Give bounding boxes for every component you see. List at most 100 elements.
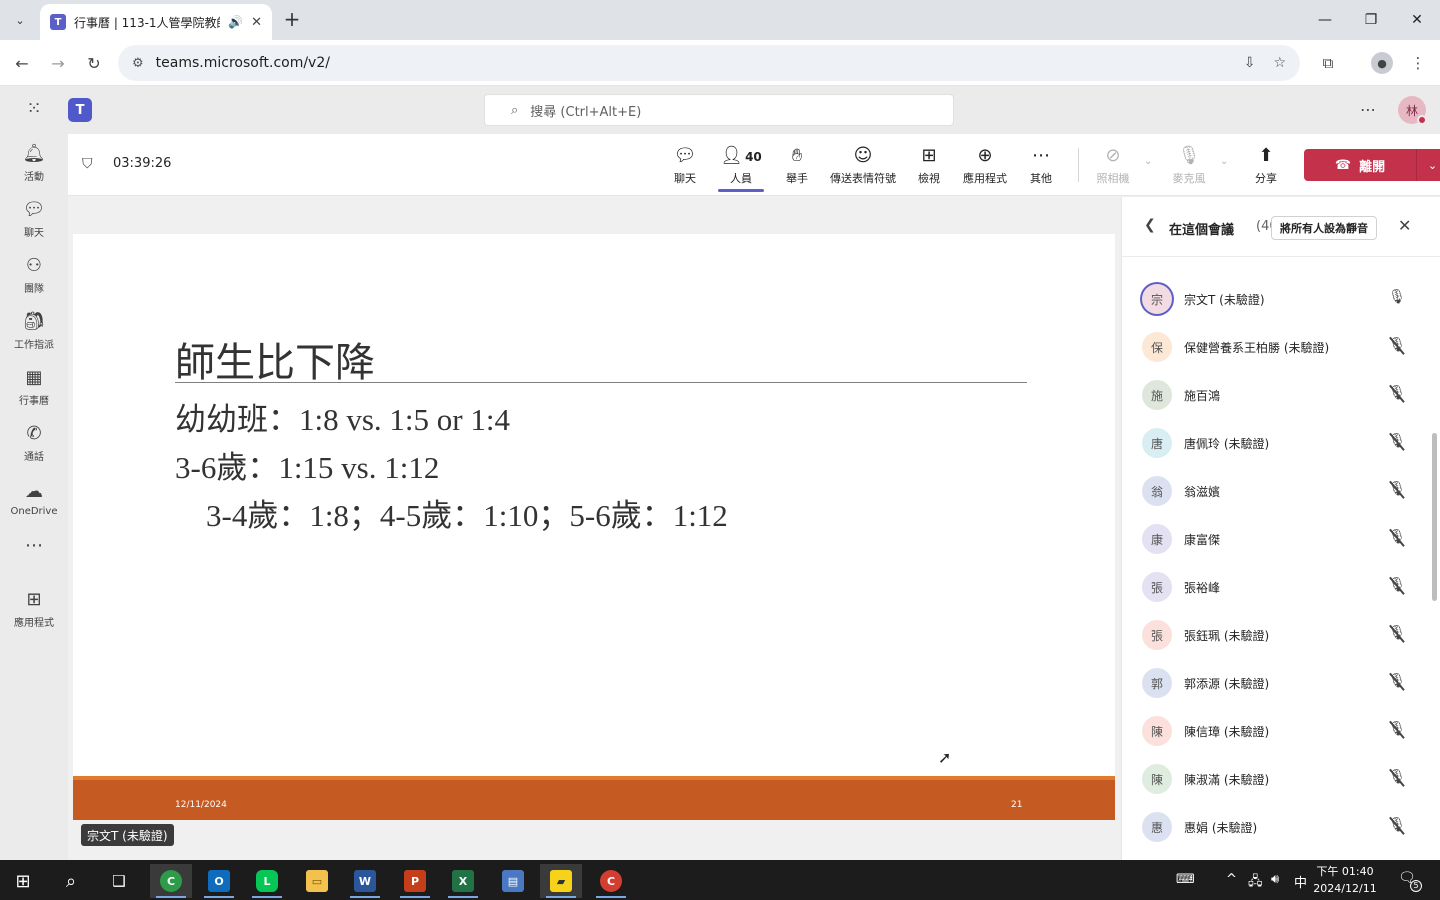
tray-overflow-chevron-icon[interactable]: ^ [1226, 872, 1237, 887]
hand-icon: ✋︎ [791, 145, 803, 166]
minimize-icon[interactable]: — [1302, 8, 1348, 32]
shield-icon[interactable]: ⛉ [82, 156, 93, 172]
taskbar-excel[interactable]: X [442, 864, 484, 898]
close-window-icon[interactable]: ✕ [1394, 8, 1440, 32]
browser-toolbar: ← → ↻ ⚙ teams.microsoft.com/v2/ ⇩ ☆ ⧉ ● … [0, 40, 1440, 86]
participant-row[interactable]: 翁翁滋嬪🎙︎ [1122, 467, 1440, 515]
rail-item-calendar[interactable]: ▦ 行事曆 [0, 360, 68, 414]
participant-row[interactable]: 施施百鴻🎙︎ [1122, 371, 1440, 419]
view-button[interactable]: ⊞ 檢視 [914, 144, 944, 188]
taskbar-chrome-active[interactable]: C [150, 864, 192, 898]
react-button[interactable]: ☺ 傳送表情符號 [828, 144, 898, 188]
taskbar-chrome-2[interactable]: C [590, 864, 632, 898]
keyboard-icon[interactable]: ⌨ [1176, 872, 1195, 887]
participants-panel-header: ❮ 在這個會議 (40) 將所有人設為靜音 ✕ [1122, 197, 1440, 257]
people-icon: 👤︎ [720, 145, 744, 166]
taskbar-word[interactable]: W [344, 864, 386, 898]
shared-slide: 師生比下降 幼幼班：1:8 vs. 1:5 or 1:4 3-6歲：1:15 v… [73, 234, 1115, 820]
browser-menu-icon[interactable]: ⋮ [1405, 50, 1431, 76]
more-apps-icon: ⋯ [25, 535, 43, 556]
bookmark-star-icon[interactable]: ☆ [1273, 55, 1286, 71]
profile-icon[interactable]: ● [1371, 52, 1393, 74]
participant-row[interactable]: 康康富傑🎙︎ [1122, 515, 1440, 563]
taskbar-calculator[interactable]: ▤ [492, 864, 534, 898]
install-app-icon[interactable]: ⇩ [1244, 55, 1256, 71]
apps-button[interactable]: ⊕ 應用程式 [960, 144, 1010, 188]
more-button[interactable]: ⋯ 其他 [1026, 144, 1056, 188]
mic-options-chevron-icon[interactable]: ⌄ [1220, 156, 1228, 167]
mic-button[interactable]: 🎙︎ 麥克風 [1170, 144, 1208, 188]
participant-row[interactable]: 唐唐佩玲 (未驗證)🎙︎ [1122, 419, 1440, 467]
search-placeholder: 搜尋 (Ctrl+Alt+E) [530, 104, 642, 120]
leave-button[interactable]: ☎ 離開 ⌄ [1304, 149, 1440, 181]
tab-search-chevron-icon[interactable]: ⌄ [8, 8, 32, 32]
volume-icon[interactable]: 🔊︎ [1271, 872, 1279, 887]
reload-icon[interactable]: ↻ [81, 50, 107, 76]
extensions-icon[interactable]: ⧉ [1315, 50, 1341, 76]
mic-muted-icon: 🎙︎ [1388, 817, 1406, 835]
task-view-button[interactable]: ❑ [98, 864, 140, 898]
rail-item-calls[interactable]: ✆ 通話 [0, 416, 68, 470]
task-view-icon: ❑ [112, 872, 126, 890]
browser-tab[interactable]: T 行事曆 | 113-1人管學院教師 🔊 ✕ [40, 4, 272, 40]
forward-icon[interactable]: → [45, 50, 71, 76]
camera-button[interactable]: ⊘ 照相機 [1094, 144, 1132, 188]
mic-icon: 🎙︎ [1388, 289, 1406, 305]
close-panel-icon[interactable]: ✕ [1398, 216, 1411, 235]
back-icon[interactable]: ← [9, 50, 35, 76]
share-button[interactable]: ⬆ 分享 [1252, 144, 1280, 188]
taskbar-sticky-notes[interactable]: ▰ [540, 864, 582, 898]
rail-item-apps[interactable]: ⊞ 應用程式 [0, 582, 68, 636]
close-tab-icon[interactable]: ✕ [251, 15, 262, 30]
taskbar-search-button[interactable]: ⌕ [50, 864, 92, 898]
address-bar[interactable]: ⚙ teams.microsoft.com/v2/ ⇩ ☆ [118, 45, 1300, 81]
taskbar-file-explorer[interactable]: ▭ [296, 864, 338, 898]
participant-row[interactable]: 宗宗文T (未驗證) 🎙︎ [1122, 275, 1440, 323]
participant-row[interactable]: 郭郭添源 (未驗證)🎙︎ [1122, 659, 1440, 707]
camera-options-chevron-icon[interactable]: ⌄ [1144, 156, 1152, 167]
network-icon[interactable]: 🖧 [1248, 872, 1263, 894]
notification-count: 5 [1410, 880, 1422, 892]
ime-indicator[interactable]: 中 [1294, 872, 1307, 891]
participant-row[interactable]: 張張鈺珮 (未驗證)🎙︎ [1122, 611, 1440, 659]
participant-row[interactable]: 陳陳信璋 (未驗證)🎙︎ [1122, 707, 1440, 755]
leave-main[interactable]: ☎ 離開 [1304, 156, 1416, 175]
slide-line: 3-4歲：1:8；4-5歲：1:10；5-6歲：1:12 [206, 498, 728, 533]
participant-row[interactable]: 張張裕峰🎙︎ [1122, 563, 1440, 611]
raise-hand-button[interactable]: ✋︎ 舉手 [782, 144, 812, 188]
participant-row[interactable]: 陳陳淑滿 (未驗證)🎙︎ [1122, 755, 1440, 803]
folder-icon: ▭ [306, 870, 328, 892]
search-input[interactable]: ⌕ 搜尋 (Ctrl+Alt+E) [484, 94, 954, 126]
phone-icon: ✆ [26, 423, 42, 444]
panel-title: 在這個會議 [1169, 223, 1235, 238]
taskbar-powerpoint[interactable]: P [394, 864, 436, 898]
scrollbar-thumb[interactable] [1432, 433, 1437, 601]
restore-icon[interactable]: ❐ [1348, 8, 1394, 32]
people-button[interactable]: 👤︎ 40 人員 [720, 144, 762, 188]
new-tab-button[interactable]: + [280, 8, 304, 32]
user-avatar[interactable]: 林 [1398, 96, 1427, 125]
participant-row[interactable]: 惠惠娟 (未驗證)🎙︎ [1122, 803, 1440, 851]
participant-avatar: 張 [1142, 572, 1172, 602]
participant-avatar: 張 [1142, 620, 1172, 650]
rail-more-apps[interactable]: ⋯ [0, 526, 68, 566]
chat-button[interactable]: 💬︎ 聊天 [670, 144, 700, 188]
site-settings-icon[interactable]: ⚙ [132, 56, 144, 71]
leave-options-chevron-icon[interactable]: ⌄ [1417, 159, 1440, 172]
taskbar-outlook[interactable]: O [198, 864, 240, 898]
taskbar-clock[interactable]: 下午 01:40 2024/12/11 [1310, 863, 1380, 897]
rail-item-onedrive[interactable]: ☁ OneDrive [0, 472, 68, 526]
mute-all-button[interactable]: 將所有人設為靜音 [1271, 216, 1377, 240]
taskbar-line[interactable]: L [246, 864, 288, 898]
rail-item-teams[interactable]: ⚇ 團隊 [0, 248, 68, 302]
rail-item-chat[interactable]: 💬︎ 聊天 [0, 192, 68, 246]
rail-item-assignments[interactable]: 🎒︎ 工作指派 [0, 304, 68, 358]
start-button[interactable]: ⊞ [2, 864, 44, 898]
toolbar-divider [1078, 148, 1079, 182]
rail-item-activity[interactable]: 🔔︎ 活動 [0, 136, 68, 190]
back-chevron-icon[interactable]: ❮ [1144, 217, 1156, 233]
more-options-icon[interactable]: ⋯ [1360, 100, 1376, 119]
participant-row[interactable]: 保保健營養系王柏勝 (未驗證)🎙︎ [1122, 323, 1440, 371]
app-launcher-icon[interactable]: ⁙ [22, 98, 46, 122]
speaker-icon[interactable]: 🔊 [228, 15, 243, 29]
